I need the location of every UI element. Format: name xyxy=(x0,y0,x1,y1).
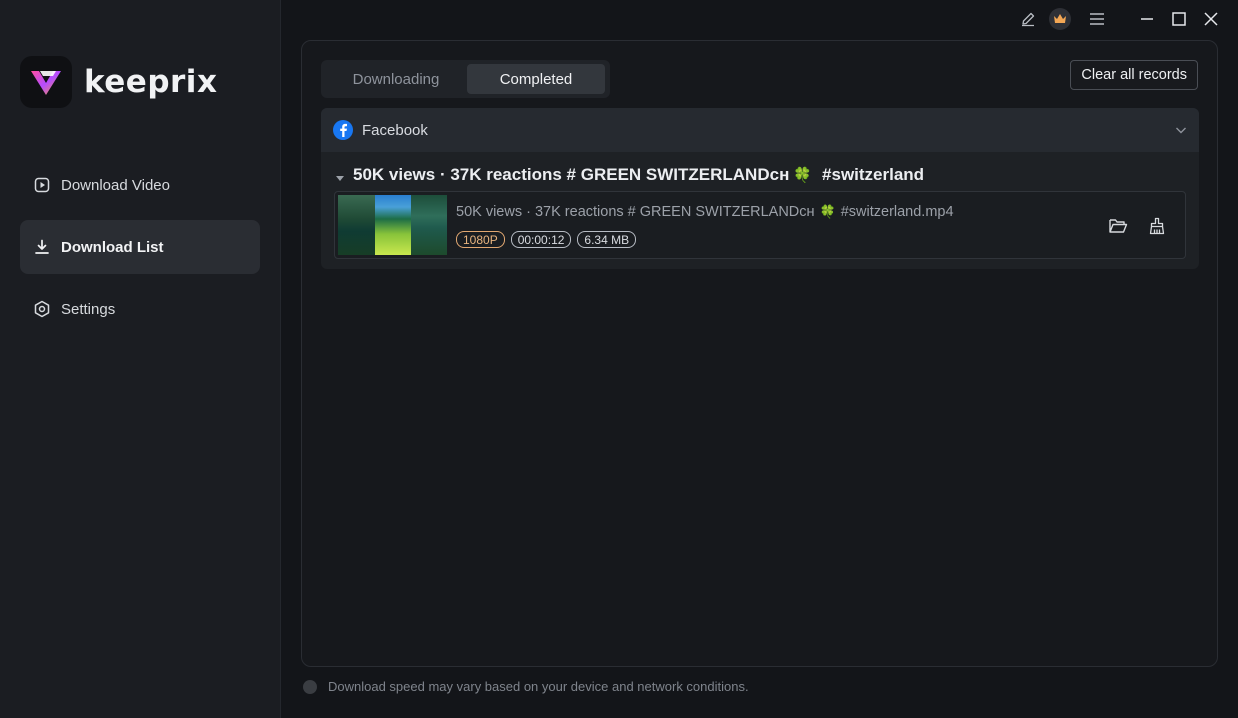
open-folder-icon[interactable] xyxy=(1107,215,1129,237)
app-name: keeprix xyxy=(84,64,218,100)
video-title-row[interactable]: 50K views · 37K reactions # GREEN SWITZE… xyxy=(335,165,924,185)
sidebar-item-download-list[interactable]: Download List xyxy=(20,220,260,274)
size-badge: 6.34 MB xyxy=(577,231,637,248)
crown-icon[interactable] xyxy=(1049,8,1071,30)
downloaded-file-item: 50K views · 37K reactions # GREEN SWITZE… xyxy=(334,191,1186,259)
minimize-icon[interactable] xyxy=(1136,8,1158,30)
file-name: 50K views · 37K reactions # GREEN SWITZE… xyxy=(456,204,954,220)
platform-group-header[interactable]: Facebook xyxy=(321,108,1199,152)
sidebar-item-label: Download Video xyxy=(61,176,170,194)
platform-name: Facebook xyxy=(362,121,428,139)
menu-icon[interactable] xyxy=(1086,8,1108,30)
clover-emoji: 🍀 xyxy=(819,204,836,219)
feedback-edit-icon[interactable] xyxy=(1017,8,1039,30)
duration-badge: 00:00:12 xyxy=(510,231,572,248)
clean-broom-icon[interactable] xyxy=(1146,215,1168,237)
collapse-triangle-icon[interactable] xyxy=(335,170,345,181)
clear-all-records-button[interactable]: Clear all records xyxy=(1070,60,1198,90)
sidebar-nav: Download Video Download List Settings xyxy=(20,158,260,344)
resolution-badge: 1080P xyxy=(456,231,505,248)
video-thumbnail[interactable] xyxy=(338,195,447,255)
file-name-prefix: 50K views · 37K reactions # GREEN SWITZE… xyxy=(456,204,815,220)
clover-emoji: 🍀 xyxy=(793,167,813,184)
app-logo: keeprix xyxy=(20,56,217,108)
keeprix-logo-icon xyxy=(20,56,72,108)
sidebar-item-label: Download List xyxy=(61,238,164,256)
sidebar-item-download-video[interactable]: Download Video xyxy=(20,158,260,212)
download-icon xyxy=(33,238,51,256)
sidebar: keeprix Download Video Download List Set… xyxy=(0,0,281,718)
gear-icon xyxy=(33,300,51,318)
play-square-icon xyxy=(33,176,51,194)
sidebar-item-label: Settings xyxy=(61,300,116,318)
video-title: 50K views · 37K reactions # GREEN SWITZE… xyxy=(353,165,790,184)
facebook-icon xyxy=(333,120,353,140)
platform-group: Facebook 50K views · 37K reactions # GRE… xyxy=(321,108,1199,269)
chevron-down-icon[interactable] xyxy=(1173,122,1189,138)
maximize-icon[interactable] xyxy=(1168,8,1190,30)
close-icon[interactable] xyxy=(1200,8,1222,30)
tab-downloading[interactable]: Downloading xyxy=(325,64,467,94)
status-tabs: Downloading Completed xyxy=(321,60,610,98)
footer-note: Download speed may vary based on your de… xyxy=(303,679,749,694)
tab-completed[interactable]: Completed xyxy=(467,64,605,94)
download-list-panel: Downloading Completed Clear all records … xyxy=(301,40,1218,667)
info-icon xyxy=(303,679,317,694)
file-name-suffix: #switzerland.mp4 xyxy=(840,204,954,220)
footer-text: Download speed may vary based on your de… xyxy=(328,679,749,694)
video-title-hashtag: #switzerland xyxy=(822,165,925,184)
file-meta-badges: 1080P 00:00:12 6.34 MB xyxy=(456,231,642,248)
sidebar-item-settings[interactable]: Settings xyxy=(20,282,260,336)
